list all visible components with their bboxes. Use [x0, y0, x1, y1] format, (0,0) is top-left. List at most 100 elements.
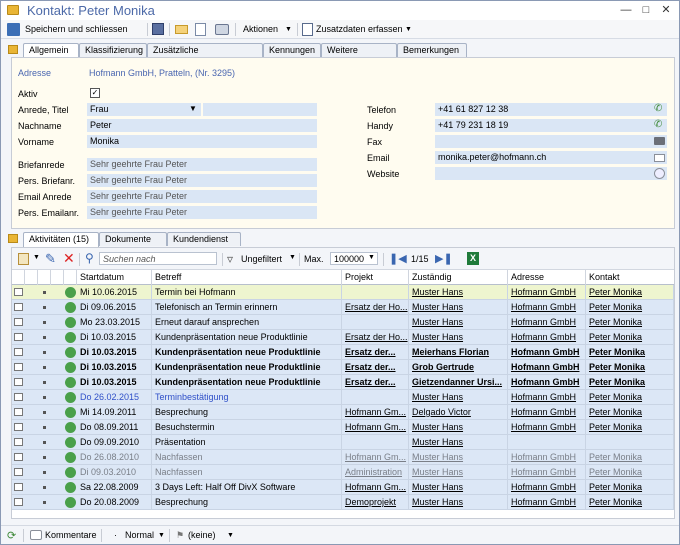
tab-activities[interactable]: Aktivitäten (15) [23, 232, 99, 247]
cell-owner[interactable]: Muster Hans [409, 300, 508, 315]
table-row[interactable]: Do 26.02.2015 Terminbestätigung Muster Han… [12, 390, 674, 405]
salutation-select[interactable]: Frau [87, 103, 201, 116]
letter-salutation-field[interactable]: Sehr geehrte Frau Peter [87, 158, 317, 171]
cell-project[interactable]: Ersatz der... [342, 375, 409, 390]
cell-address[interactable] [508, 435, 586, 450]
table-row[interactable]: Mi 10.06.2015 Termin bei Hofmann Muster Ha… [12, 285, 674, 300]
flag-dropdown-icon[interactable]: ▼ [227, 528, 234, 543]
last-page-icon[interactable]: ▶❚ [435, 252, 453, 265]
cell-address[interactable]: Hofmann GmbH [508, 450, 586, 465]
table-row[interactable]: Mo 23.03.2015 Erneut darauf ansprechen Mus… [12, 315, 674, 330]
document-icon[interactable] [195, 23, 206, 36]
edit-pencil-icon[interactable]: ✎ [45, 251, 56, 267]
comments-button[interactable]: Kommentare [45, 528, 97, 543]
cell-address[interactable]: Hofmann GmbH [508, 465, 586, 480]
cell-address[interactable]: Hofmann GmbH [508, 360, 586, 375]
column-subject[interactable]: Betreff [152, 270, 342, 285]
tab-identifiers[interactable]: Kennungen [263, 43, 321, 57]
firstname-field[interactable]: Monika [87, 135, 317, 148]
cell-contact[interactable]: Peter Monika [586, 450, 674, 465]
email-icon[interactable] [175, 25, 188, 34]
table-row[interactable]: Mi 14.09.2011 Besprechung Hofmann Gm... Del… [12, 405, 674, 420]
filter-dropdown[interactable]: Ungefiltert [241, 252, 282, 267]
attachment-column-icon[interactable] [51, 270, 64, 285]
cell-project[interactable]: Administration [342, 465, 409, 480]
cell-address[interactable]: Hofmann GmbH [508, 405, 586, 420]
envelope-icon[interactable] [654, 154, 665, 162]
search-input[interactable]: Suchen nach [99, 252, 217, 265]
email-salutation-field[interactable]: Sehr geehrte Frau Peter [87, 190, 317, 203]
phone-icon[interactable]: ✆ [654, 104, 664, 114]
column-project[interactable]: Projekt [342, 270, 409, 285]
cell-project[interactable]: Ersatz der... [342, 360, 409, 375]
cell-owner[interactable]: Meierhans Florian [409, 345, 508, 360]
column-contact[interactable]: Kontakt [586, 270, 674, 285]
cell-owner[interactable]: Muster Hans [409, 435, 508, 450]
cell-contact[interactable]: Peter Monika [586, 495, 674, 510]
website-field[interactable] [435, 167, 667, 180]
table-row[interactable]: Do 20.08.2009 Besprechung Demoprojekt Muste… [12, 495, 674, 510]
table-row[interactable]: Di 09.06.2015 Telefonisch an Termin erinn… [12, 300, 674, 315]
cell-project[interactable]: Hofmann Gm... [342, 420, 409, 435]
cell-contact[interactable]: Peter Monika [586, 390, 674, 405]
cell-owner[interactable]: Muster Hans [409, 390, 508, 405]
comment-icon[interactable] [30, 530, 42, 540]
tab-classification[interactable]: Klassifizierung [79, 43, 147, 57]
cell-address[interactable]: Hofmann GmbH [508, 480, 586, 495]
extra-data-button[interactable]: Zusatzdaten erfassen [316, 22, 403, 37]
cell-owner[interactable]: Muster Hans [409, 285, 508, 300]
cell-owner[interactable]: Delgado Victor [409, 405, 508, 420]
first-page-icon[interactable]: ❚◀ [389, 252, 407, 265]
refresh-icon[interactable]: ⟳ [7, 529, 16, 542]
cell-project[interactable] [342, 390, 409, 405]
table-row[interactable]: Di 10.03.2015 Kundenpräsentation neue Pro… [12, 330, 674, 345]
cell-contact[interactable]: Peter Monika [586, 375, 674, 390]
lastname-field[interactable]: Peter [87, 119, 317, 132]
cell-address[interactable]: Hofmann GmbH [508, 300, 586, 315]
cell-contact[interactable]: Peter Monika [586, 360, 674, 375]
cell-address[interactable]: Hofmann GmbH [508, 330, 586, 345]
cell-contact[interactable]: Peter Monika [586, 420, 674, 435]
table-row[interactable]: Do 26.08.2010 Nachfassen Hofmann Gm... Must… [12, 450, 674, 465]
table-row[interactable]: Di 09.03.2010 Nachfassen Administration Mus… [12, 465, 674, 480]
fax-icon[interactable] [654, 137, 665, 145]
cell-owner[interactable]: Muster Hans [409, 465, 508, 480]
cell-contact[interactable]: Peter Monika [586, 315, 674, 330]
cell-contact[interactable]: Peter Monika [586, 405, 674, 420]
column-address[interactable]: Adresse [508, 270, 586, 285]
cell-owner[interactable]: Muster Hans [409, 330, 508, 345]
max-dropdown-icon[interactable]: ▼ [368, 254, 375, 261]
cell-project[interactable]: Ersatz der Ho... [342, 330, 409, 345]
tab-documents[interactable]: Dokumente (4) [99, 232, 167, 257]
salutation-dropdown-icon[interactable]: ▼ [189, 104, 197, 113]
cell-owner[interactable]: Gietzendanner Ursi... [409, 375, 508, 390]
table-row[interactable]: Di 10.03.2015 Kundenpräsentation neue Pro… [12, 345, 674, 360]
mobile-field[interactable]: +41 79 231 18 19 [435, 119, 667, 132]
tab-additional-communication[interactable]: Zusätzliche Kommunikation [147, 43, 263, 68]
cell-address[interactable]: Hofmann GmbH [508, 390, 586, 405]
table-row[interactable]: Sa 22.08.2009 3 Days Left: Half Off DivX … [12, 480, 674, 495]
globe-icon[interactable] [654, 168, 665, 179]
active-checkbox[interactable]: ✓ [90, 88, 100, 98]
cell-contact[interactable]: Peter Monika [586, 285, 674, 300]
actions-menu[interactable]: Aktionen [243, 22, 278, 37]
email-field[interactable]: monika.peter@hofmann.ch [435, 151, 667, 164]
table-row[interactable]: Do 08.09.2011 Besuchstermin Hofmann Gm... M… [12, 420, 674, 435]
maximize-button[interactable]: □ [639, 3, 653, 17]
save-close-button[interactable]: Speichern und schliessen [25, 22, 128, 37]
cell-address[interactable]: Hofmann GmbH [508, 345, 586, 360]
cell-owner[interactable]: Muster Hans [409, 450, 508, 465]
fax-field[interactable] [435, 135, 667, 148]
priority-dropdown[interactable]: Normal [125, 528, 154, 543]
cell-owner[interactable]: Muster Hans [409, 495, 508, 510]
pers-letter-field[interactable]: Sehr geehrte Frau Peter [87, 174, 317, 187]
cell-owner[interactable]: Grob Gertrude [409, 360, 508, 375]
column-owner[interactable]: Zuständig [409, 270, 508, 285]
cell-project[interactable]: Hofmann Gm... [342, 405, 409, 420]
tab-remarks[interactable]: Bemerkungen [397, 43, 467, 57]
filter-dropdown-icon[interactable]: ▼ [289, 254, 296, 261]
table-row[interactable]: Di 10.03.2015 Kundenpräsentation neue Pro… [12, 360, 674, 375]
new-dropdown-icon[interactable]: ▼ [33, 254, 40, 261]
cell-project[interactable]: Hofmann Gm... [342, 450, 409, 465]
print-icon[interactable] [215, 24, 229, 35]
